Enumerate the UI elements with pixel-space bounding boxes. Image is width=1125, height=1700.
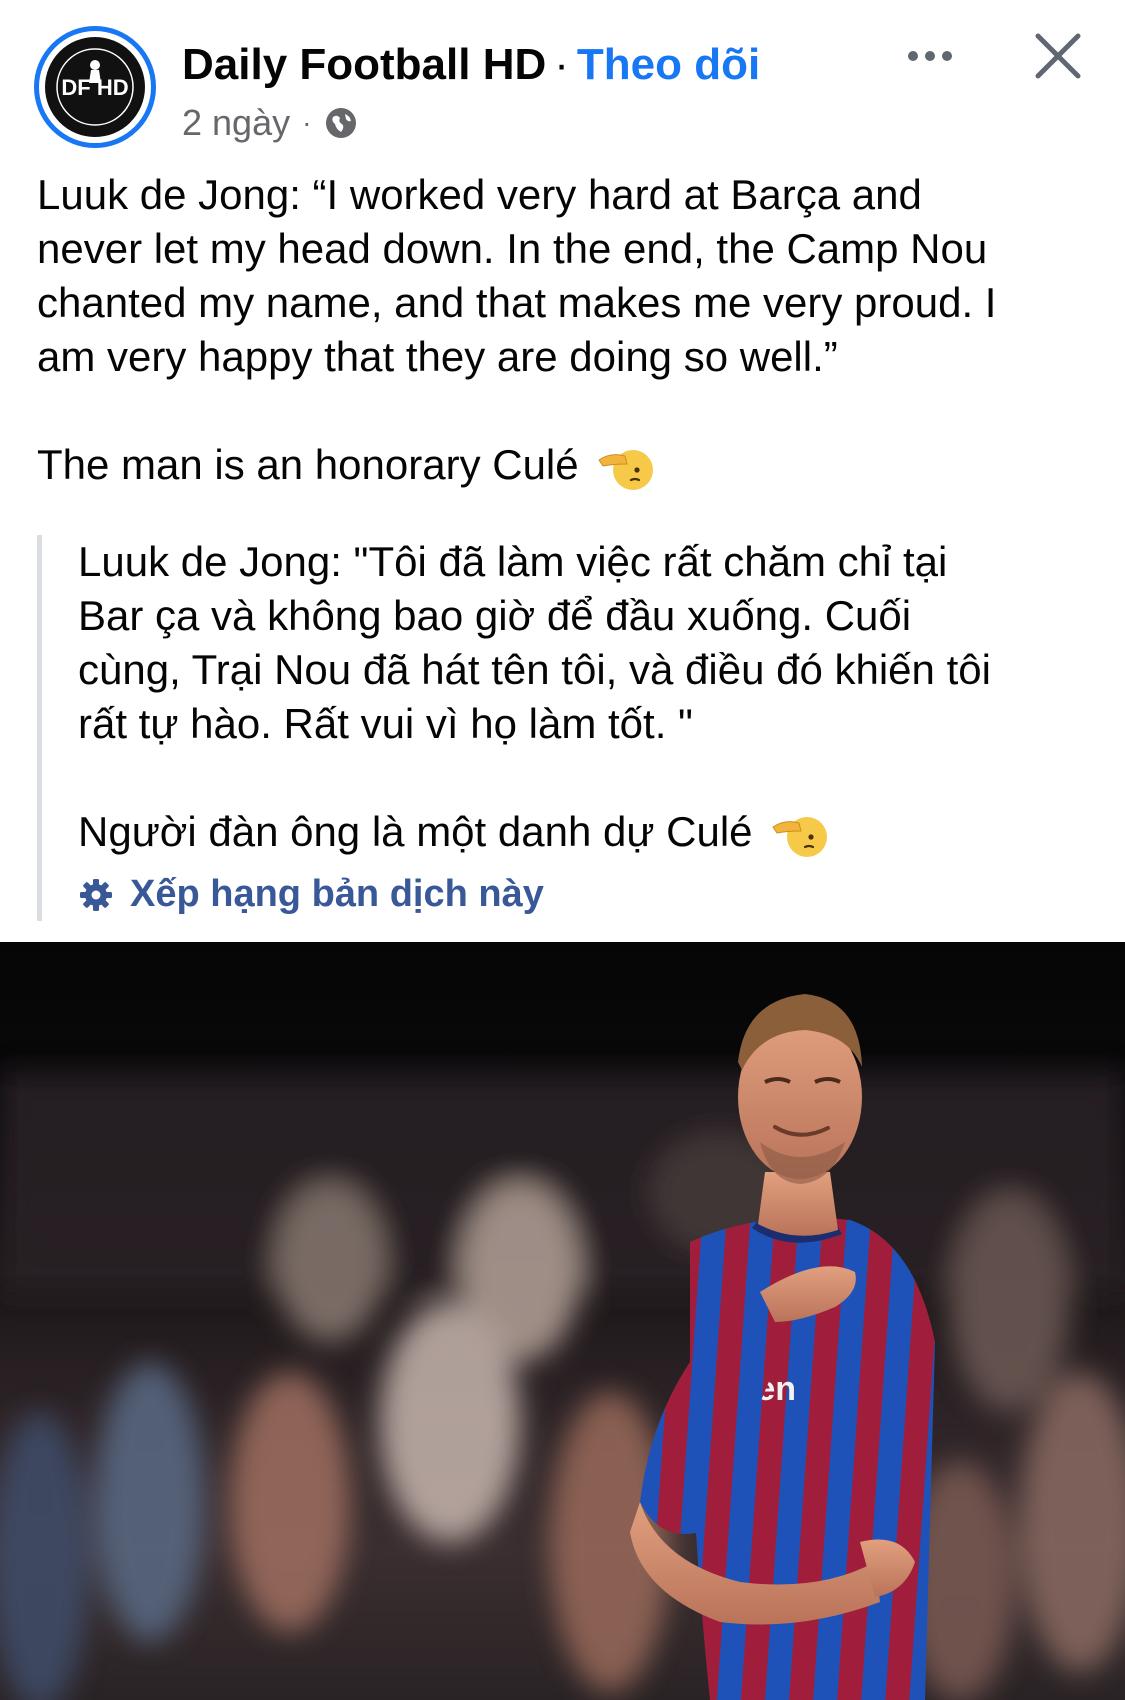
globe-icon [326,108,357,138]
name-separator: · [554,40,569,89]
translation-line: cùng, Trại Nou đã hát tên tôi, và điều đ… [78,646,991,693]
more-dot [942,51,952,61]
translation-line: Bar ça và không bao giờ để đầu xuống. Cu… [78,592,912,639]
translation-line: Luuk de Jong: "Tôi đã làm việc rất chăm … [78,538,948,585]
more-options-button[interactable] [900,38,960,74]
post-meta: 2 ngày · [182,102,359,144]
player-photo: ten [0,994,1125,1700]
gear-icon [80,878,112,911]
post-body: Luuk de Jong: “I worked very hard at Bar… [37,168,1097,494]
follow-button[interactable]: Theo dõi [577,40,760,89]
post-photo[interactable]: ten [0,942,1125,1700]
saluting-face-emoji [597,449,653,490]
translation-footer-line: Người đàn ông là một danh dự Culé [78,805,1097,861]
more-dot [908,51,918,61]
rate-translation-link[interactable]: Xếp hạng bản dịch này [78,869,1097,921]
page-name[interactable]: Daily Football HD [182,40,546,89]
post-footer-line: The man is an honorary Culé [37,438,1097,494]
rate-translation-label: Xếp hạng bản dịch này [130,873,544,916]
post-line: chanted my name, and that makes me very … [37,279,997,326]
post-time[interactable]: 2 ngày [182,102,290,144]
close-icon[interactable] [1032,30,1084,82]
post-line: Luuk de Jong: “I worked very hard at Bar… [37,171,922,218]
post-footer-text: The man is an honorary Culé [37,441,579,488]
page-avatar[interactable]: DF HD [34,26,156,148]
translation-footer-text: Người đàn ông là một danh dự Culé [78,808,753,855]
saluting-face-emoji [771,816,827,857]
translation-line: rất tự hào. Rất vui vì họ làm tốt. " [78,700,693,747]
post-header: DF HD Daily Football HD · Theo dõi 2 ngày … [0,0,1125,160]
meta-separator: · [302,107,312,138]
more-dot [925,51,935,61]
post-line: never let my head down. In the end, the … [37,225,988,272]
page-logo: DF HD [45,37,145,137]
page-title-row: Daily Football HD · Theo dõi [182,40,760,90]
post-line: am very happy that they are doing so wel… [37,333,838,380]
translation-block: Luuk de Jong: "Tôi đã làm việc rất chăm … [37,535,1097,921]
